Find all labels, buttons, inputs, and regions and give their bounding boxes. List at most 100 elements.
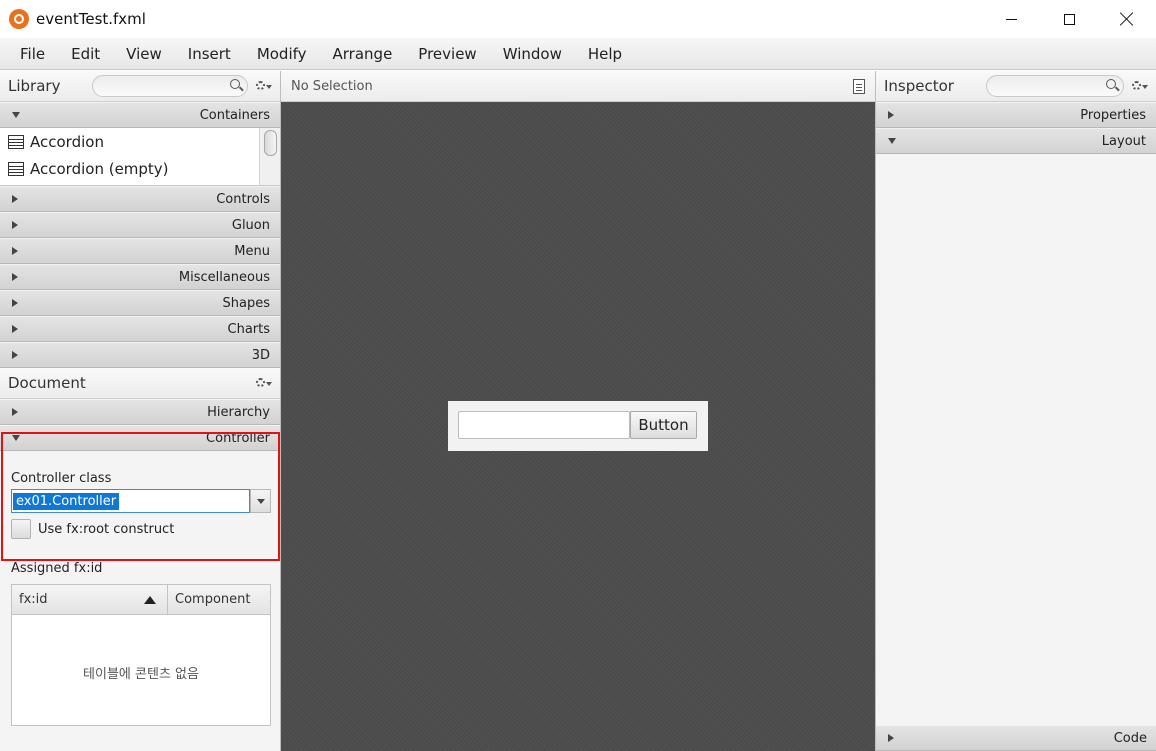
column-header-label: fx:id (19, 592, 48, 607)
section-label: Charts (227, 321, 271, 337)
app-logo-icon (9, 9, 29, 29)
menu-window[interactable]: Window (490, 45, 575, 63)
column-header-label: Component (175, 592, 251, 607)
gear-icon (256, 378, 265, 387)
library-scrollbar[interactable] (259, 128, 280, 185)
use-root-row[interactable]: Use fx:root construct (11, 519, 174, 539)
inspector-settings-button[interactable] (1132, 79, 1148, 93)
gear-icon (256, 81, 265, 90)
section-label: Properties (1080, 107, 1146, 123)
section-label: Menu (234, 243, 270, 259)
controller-class-value: ex01.Controller (13, 492, 120, 510)
menu-file[interactable]: File (7, 45, 58, 63)
library-list: Accordion Accordion (empty) (0, 128, 280, 186)
caret-down-icon (266, 382, 272, 386)
accordion-icon (8, 134, 24, 149)
section-hierarchy[interactable]: Hierarchy (0, 399, 280, 425)
right-panel: Inspector Properties Layout Code (875, 71, 1156, 751)
minimize-icon (1005, 18, 1017, 20)
preview-button[interactable]: Button (630, 411, 697, 439)
window-title: eventTest.fxml (36, 10, 146, 28)
sort-ascending-icon (144, 595, 156, 604)
section-charts[interactable]: Charts (0, 316, 280, 342)
maximize-icon (1063, 13, 1075, 25)
section-miscellaneous[interactable]: Miscellaneous (0, 264, 280, 290)
collapsed-arrow-icon (888, 111, 894, 119)
left-panel: Library Containers Accordion Accordion (… (0, 71, 281, 751)
menu-view[interactable]: View (113, 45, 175, 63)
section-label: 3D (251, 347, 270, 363)
scroll-thumb[interactable] (264, 130, 277, 156)
section-3d[interactable]: 3D (0, 342, 280, 368)
design-canvas[interactable]: Button (281, 102, 875, 751)
minimize-button[interactable] (982, 0, 1040, 38)
section-label: Hierarchy (207, 404, 270, 420)
inspector-header: Inspector (876, 71, 1156, 102)
document-title: Document (8, 374, 86, 392)
close-icon (1120, 12, 1134, 26)
column-header-component[interactable]: Component (168, 585, 270, 614)
title-bar: eventTest.fxml (0, 0, 1156, 38)
section-gluon[interactable]: Gluon (0, 212, 280, 238)
use-root-checkbox[interactable] (11, 519, 31, 539)
library-search-input[interactable] (92, 75, 248, 97)
inspector-search-input[interactable] (986, 75, 1124, 97)
library-settings-button[interactable] (256, 79, 272, 93)
use-root-label: Use fx:root construct (38, 521, 175, 537)
section-label: Gluon (231, 217, 270, 233)
collapsed-arrow-icon (12, 408, 18, 416)
search-icon (230, 79, 240, 89)
section-menu[interactable]: Menu (0, 238, 280, 264)
inspector-title: Inspector (884, 77, 954, 95)
section-label: Controls (216, 191, 270, 207)
section-shapes[interactable]: Shapes (0, 290, 280, 316)
form-preview-panel[interactable]: Button (448, 401, 708, 451)
center-panel: No Selection Button (281, 71, 875, 751)
menu-preview[interactable]: Preview (405, 45, 489, 63)
section-code[interactable]: Code (876, 725, 1156, 751)
collapsed-arrow-icon (12, 195, 18, 203)
section-controls[interactable]: Controls (0, 186, 280, 212)
library-title: Library (8, 77, 61, 95)
content-header: No Selection (281, 71, 875, 102)
menu-arrange[interactable]: Arrange (320, 45, 406, 63)
menu-help[interactable]: Help (575, 45, 635, 63)
fxid-table: fx:id Component 테이블에 콘텐츠 없음 (11, 584, 271, 726)
controller-class-combo[interactable]: ex01.Controller (11, 489, 271, 513)
preview-text-field[interactable] (458, 411, 630, 439)
fxid-table-header: fx:id Component (12, 585, 270, 615)
list-item[interactable]: Accordion (empty) (0, 155, 280, 182)
expanded-arrow-icon (888, 138, 896, 144)
accordion-icon (8, 161, 24, 176)
close-button[interactable] (1098, 0, 1156, 38)
menu-modify[interactable]: Modify (244, 45, 320, 63)
controller-class-input[interactable]: ex01.Controller (11, 489, 251, 513)
caret-down-icon (1142, 85, 1148, 89)
collapsed-arrow-icon (12, 273, 18, 281)
section-containers[interactable]: Containers (0, 102, 280, 128)
controller-class-dropdown-button[interactable] (250, 489, 271, 513)
list-item[interactable]: Accordion (0, 128, 280, 155)
menu-edit[interactable]: Edit (58, 45, 113, 63)
section-layout[interactable]: Layout (876, 128, 1156, 154)
document-settings-button[interactable] (256, 376, 272, 390)
list-item-label: Accordion (empty) (30, 159, 169, 178)
document-icon[interactable] (853, 78, 865, 94)
list-item-label: Accordion (30, 132, 104, 151)
collapsed-arrow-icon (12, 325, 18, 333)
menu-insert[interactable]: Insert (175, 45, 244, 63)
column-header-fxid[interactable]: fx:id (12, 585, 168, 614)
search-icon (1106, 79, 1116, 89)
section-label: Shapes (222, 295, 270, 311)
section-properties[interactable]: Properties (876, 102, 1156, 128)
gear-icon (1132, 81, 1141, 90)
menu-bar: File Edit View Insert Modify Arrange Pre… (0, 38, 1156, 70)
expanded-arrow-icon (12, 112, 20, 118)
table-empty-placeholder: 테이블에 콘텐츠 없음 (83, 667, 199, 682)
collapsed-arrow-icon (12, 221, 18, 229)
maximize-button[interactable] (1040, 0, 1098, 38)
collapsed-arrow-icon (12, 299, 18, 307)
inspector-content (876, 154, 1156, 724)
document-header: Document (0, 368, 280, 399)
selection-status: No Selection (291, 78, 373, 94)
